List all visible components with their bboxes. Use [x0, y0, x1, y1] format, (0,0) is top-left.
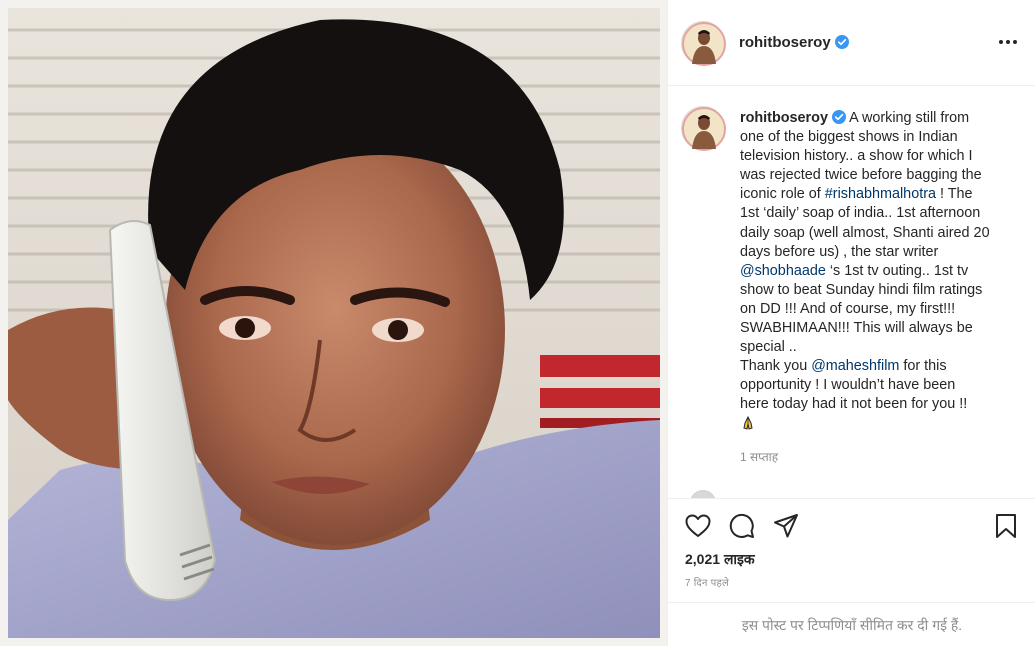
caption-avatar-image [682, 107, 726, 151]
author-avatar[interactable] [681, 21, 726, 66]
hashtag-link[interactable]: #rishabhmalhotra [825, 186, 936, 202]
caption-section: rohitboseroy A working still from one of… [668, 87, 1035, 490]
comment-bubble-icon[interactable] [728, 512, 756, 540]
comments-limited-notice: इस पोस्ट पर टिप्पणियाँ सीमित कर दी गई है… [668, 602, 1035, 646]
post-side-panel: rohitboseroy rohitboseroy A working stil… [667, 0, 1035, 646]
caption-timestamp[interactable]: 1 सप्ताह [740, 448, 778, 465]
avatar-image [682, 22, 726, 66]
bookmark-icon[interactable] [992, 512, 1020, 540]
caption-line-8: days before us) , the star writer [740, 243, 939, 260]
caption-line-5b: ! The [936, 186, 973, 203]
caption-line-14a: Thank you [740, 358, 812, 375]
caption-line-3: television history.. a show for which I [740, 148, 973, 165]
caption-line-7: daily soap (well almost, Shanti aired 20 [740, 224, 990, 241]
verified-badge-icon [834, 35, 849, 49]
caption-line-12: SWABHIMAAN!!! This will always be [740, 320, 973, 337]
caption-text: rohitboseroy A working still from one of… [740, 109, 1022, 434]
caption-line-9b: ‘s 1st tv outing.. 1st tv [825, 262, 969, 279]
caption-line-10: show to beat Sunday hindi film ratings [740, 281, 983, 298]
more-options-button[interactable] [996, 32, 1020, 52]
caption-line-15: opportunity ! I wouldn’t have been [740, 377, 956, 394]
caption-line-11: on DD !!! And of course, my first!!! [740, 300, 956, 317]
caption-line-9: @shobhaade ‘s 1st tv outing.. 1st tv [740, 262, 1022, 281]
likes-number[interactable]: 2,021 [685, 551, 720, 567]
caption-line-4: was rejected twice before bagging the [740, 167, 982, 184]
caption-line: rohitboseroy A working still from [740, 109, 1022, 128]
caption-line-6: 1st ‘daily’ soap of india.. 1st afternoo… [740, 205, 981, 222]
next-comment-peek [668, 488, 1035, 498]
post-photo-image [0, 0, 667, 646]
mention-link[interactable]: @maheshfilm [811, 358, 899, 374]
likes-count[interactable]: 2,021 लाइक [685, 550, 755, 569]
caption-line-14b: for this [899, 358, 947, 375]
likes-label[interactable]: लाइक [724, 551, 755, 567]
caption-line-2: one of the biggest shows in Indian [740, 129, 958, 146]
mention-link[interactable]: @shobhaade [740, 263, 826, 279]
post-header: rohitboseroy [668, 0, 1035, 86]
post-photo[interactable] [0, 0, 667, 646]
heart-icon[interactable] [684, 512, 712, 540]
caption-line-5: iconic role of #rishabhmalhotra ! The [740, 185, 1022, 204]
caption-author-avatar[interactable] [681, 106, 726, 151]
post-timestamp[interactable]: 7 दिन पहले [685, 575, 729, 589]
more-options-icon [999, 40, 1017, 44]
caption-line-16: here today had it not been for you !! [740, 396, 968, 413]
caption-line-1: A working still from [849, 110, 970, 126]
folded-hands-emoji-icon [743, 415, 753, 430]
paper-plane-icon[interactable] [772, 512, 800, 540]
caption-line-13: special .. [740, 339, 797, 356]
author-username-text[interactable]: rohitboseroy [739, 34, 831, 51]
author-username[interactable]: rohitboseroy [739, 34, 849, 51]
commenter-avatar[interactable] [690, 490, 716, 498]
caption-line-5a: iconic role of [740, 186, 825, 203]
caption-username[interactable]: rohitboseroy [740, 110, 828, 126]
post-actions: 2,021 लाइक 7 दिन पहले [668, 498, 1035, 602]
verified-badge-icon [831, 110, 846, 124]
caption-line-14: Thank you @maheshfilm for this [740, 357, 1022, 376]
caption-line-17 [740, 415, 1022, 434]
